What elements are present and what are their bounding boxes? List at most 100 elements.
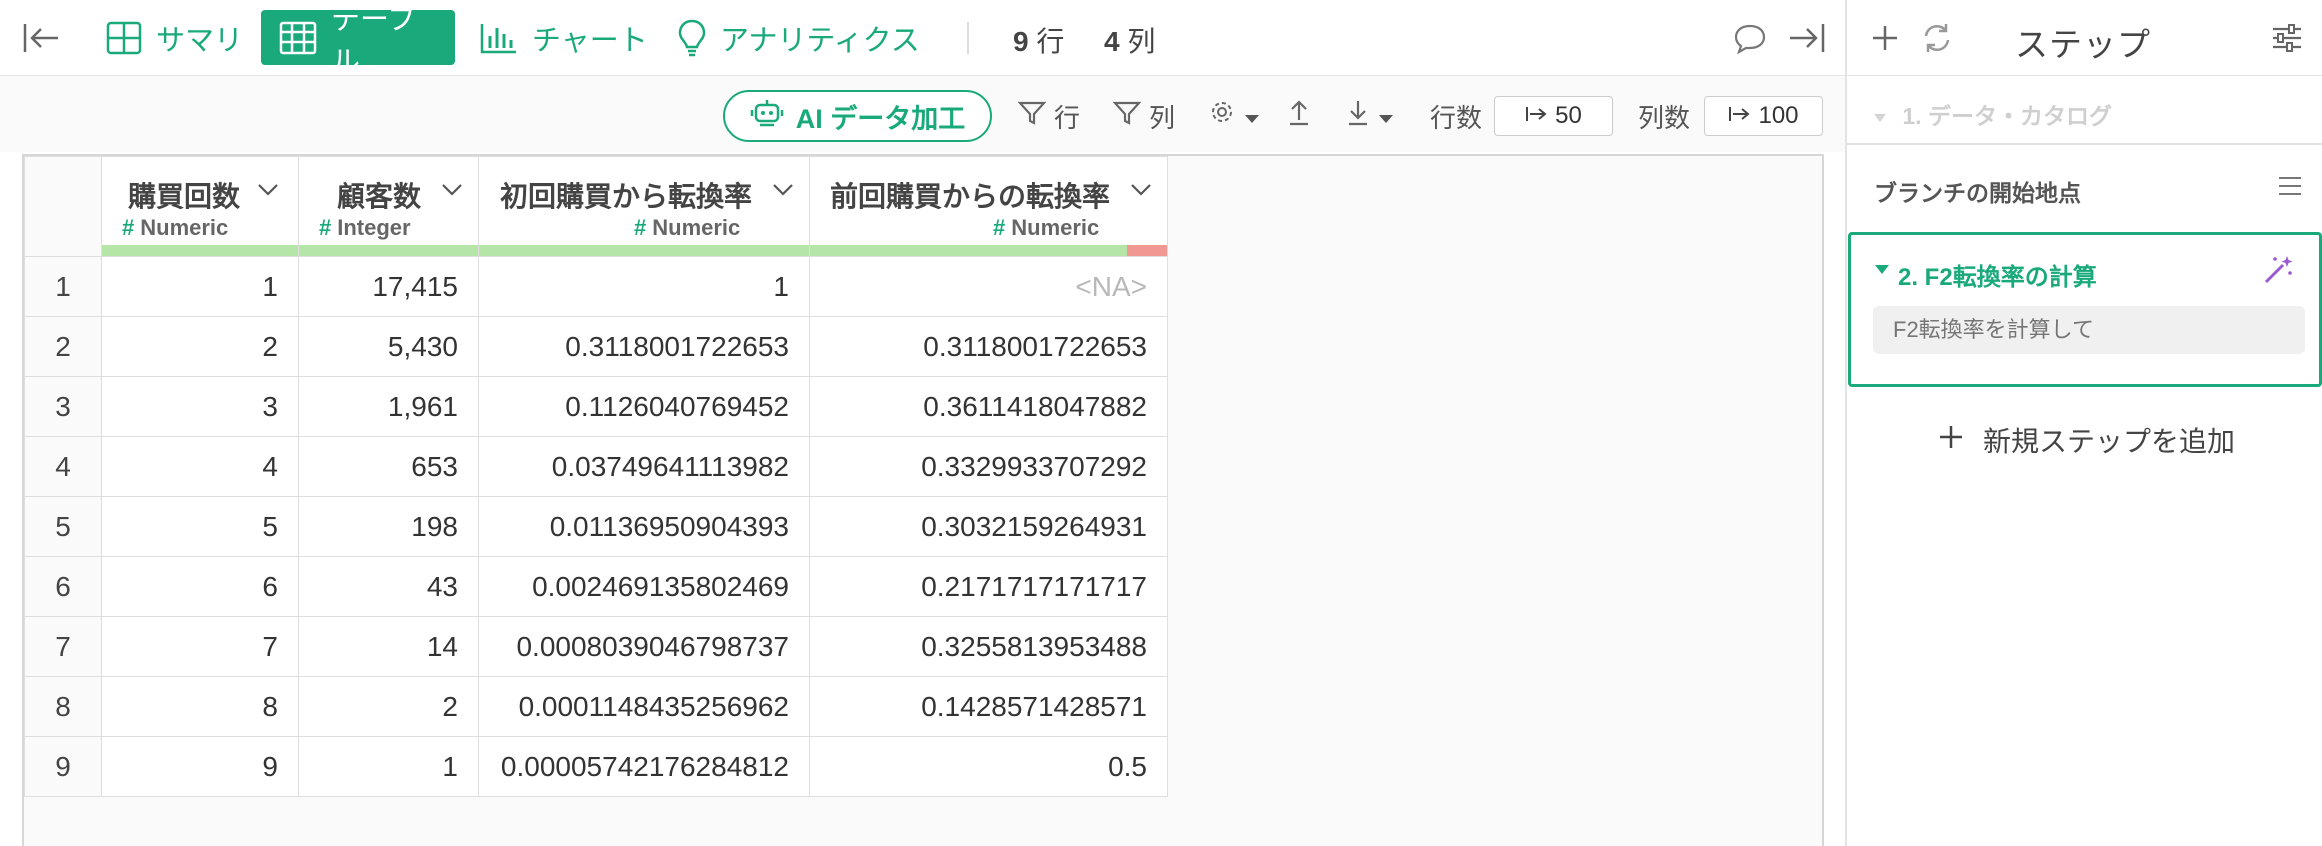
table-cell[interactable]: 0.5 — [809, 736, 1168, 797]
row-filter-button[interactable]: 行 — [1017, 98, 1080, 135]
column-type-label: Numeric — [652, 215, 741, 240]
table-cell[interactable]: 0.3611418047882 — [809, 376, 1168, 437]
rows-limit-input[interactable]: 50 — [1494, 96, 1613, 136]
data-grid: 購買回数 # Numeric 顧客数 # Integer 初回購買から転換率 #… — [22, 154, 1824, 846]
caret-down-icon — [1244, 100, 1260, 131]
collapse-right-icon[interactable] — [1786, 18, 1826, 58]
table-cell[interactable]: 0.00005742176284812 — [478, 736, 810, 797]
table-cell[interactable]: 0.3032159264931 — [809, 496, 1168, 557]
table-cell[interactable]: 653 — [298, 436, 479, 497]
chevron-down-icon[interactable] — [1130, 183, 1152, 197]
table-cell[interactable]: 43 — [298, 556, 479, 617]
filter-icon — [1112, 100, 1142, 133]
chevron-down-icon[interactable] — [772, 183, 794, 197]
table-cell[interactable]: 0.2171717171717 — [809, 556, 1168, 617]
table-cell[interactable]: 2 — [101, 316, 299, 377]
table-cell[interactable]: 5 — [101, 496, 299, 557]
summary-grid-icon — [106, 21, 142, 55]
ai-instruction-input[interactable] — [1873, 306, 2305, 354]
column-header[interactable]: 顧客数 # Integer — [298, 156, 479, 257]
table-cell[interactable]: 4 — [101, 436, 299, 497]
table-cell[interactable]: 0.03749641113982 — [478, 436, 810, 497]
table-cell[interactable]: 0.1126040769452 — [478, 376, 810, 437]
table-cell[interactable]: 1,961 — [298, 376, 479, 437]
upload-icon — [1287, 98, 1311, 133]
sliders-icon[interactable] — [2269, 20, 2305, 56]
tab-summary[interactable]: サマリ — [88, 10, 261, 65]
settings-dropdown[interactable] — [1208, 98, 1260, 133]
caret-down-icon — [1874, 113, 1886, 122]
column-quality-bar — [102, 245, 298, 256]
table-cell[interactable]: 0.3118001722653 — [478, 316, 810, 377]
column-name: 前回購買からの転換率 — [830, 181, 1111, 212]
table-row: 6 6 43 0.002469135802469 0.2171717171717 — [24, 556, 1168, 617]
table-cell[interactable]: 0.3118001722653 — [809, 316, 1168, 377]
magic-wand-icon[interactable] — [2261, 253, 2295, 287]
table-cell[interactable]: 2 — [298, 676, 479, 737]
numeric-type-icon: # — [993, 215, 1006, 240]
caret-down-icon[interactable] — [1875, 265, 1889, 274]
table-cell[interactable]: 0.002469135802469 — [478, 556, 810, 617]
table-cell[interactable]: 17,415 — [298, 256, 479, 317]
row-number: 9 — [24, 736, 102, 797]
step-card-f2-conversion[interactable]: 2. F2転換率の計算 — [1848, 232, 2322, 387]
tab-table[interactable]: テーブル — [261, 4, 455, 78]
column-filter-button[interactable]: 列 — [1112, 98, 1175, 135]
table-cell[interactable]: 6 — [101, 556, 299, 617]
refresh-icon[interactable] — [1919, 20, 1955, 56]
tab-analytics[interactable]: アナリティクス — [660, 10, 938, 65]
chevron-down-icon[interactable] — [257, 183, 279, 197]
collapse-left-icon[interactable] — [22, 20, 62, 56]
bar-chart-icon — [480, 22, 518, 54]
table-row: 7 7 14 0.0008039046798737 0.3255813953488 — [24, 616, 1168, 677]
ai-data-processing-button[interactable]: AI データ加工 — [723, 90, 992, 142]
row-count-value: 9 — [1013, 26, 1029, 57]
cols-limit-value: 100 — [1758, 102, 1799, 129]
comment-icon[interactable] — [1730, 18, 1770, 58]
numeric-type-icon: # — [634, 215, 647, 240]
step-item-data-catalog[interactable]: 1. データ・カタログ — [1874, 97, 2112, 131]
numeric-type-icon: # — [122, 215, 135, 240]
table-cell[interactable]: 1 — [101, 256, 299, 317]
table-cell[interactable]: 0.3329933707292 — [809, 436, 1168, 497]
table-cell[interactable]: 0.3255813953488 — [809, 616, 1168, 677]
download-dropdown[interactable] — [1346, 98, 1394, 133]
table-cell[interactable]: 198 — [298, 496, 479, 557]
column-header[interactable]: 前回購買からの転換率 # Numeric — [809, 156, 1168, 257]
add-step-button[interactable]: 新規ステップを追加 — [1937, 420, 2235, 460]
table-row: 9 9 1 0.00005742176284812 0.5 — [24, 736, 1168, 797]
tab-chart[interactable]: チャート — [462, 10, 666, 65]
table-cell[interactable]: 14 — [298, 616, 479, 677]
table-cell[interactable]: 9 — [101, 736, 299, 797]
table-cell[interactable]: 0.01136950904393 — [478, 496, 810, 557]
table-cell[interactable]: 8 — [101, 676, 299, 737]
table-cell[interactable]: 3 — [101, 376, 299, 437]
view-toolbar: サマリ テーブル チャート アナリティクス 9 行 4 列 — [0, 0, 1845, 78]
menu-icon[interactable] — [2277, 174, 2303, 198]
row-number: 6 — [24, 556, 102, 617]
column-header[interactable]: 初回購買から転換率 # Numeric — [478, 156, 810, 257]
table-cell[interactable]: 0.1428571428571 — [809, 676, 1168, 737]
cols-limit-label: 列数 — [1638, 98, 1690, 135]
cols-limit-input[interactable]: 100 — [1704, 96, 1823, 136]
table-cell[interactable]: 7 — [101, 616, 299, 677]
table-toolbar: AI データ加工 行 列 行数 50 列数 100 — [0, 76, 1845, 152]
table-cell[interactable]: 5,430 — [298, 316, 479, 377]
table-cell[interactable]: 1 — [478, 256, 810, 317]
table-cell[interactable]: 0.0001148435256962 — [478, 676, 810, 737]
upload-button[interactable] — [1287, 98, 1311, 133]
table-icon — [279, 21, 317, 55]
arrow-to-right-icon — [1728, 102, 1751, 130]
plus-icon — [1937, 423, 1965, 458]
branch-start-label: ブランチの開始地点 — [1874, 180, 2081, 206]
column-name: 購買回数 — [128, 181, 241, 212]
column-type-label: Integer — [337, 215, 411, 240]
toolbar-divider — [967, 22, 969, 54]
add-icon[interactable] — [1867, 20, 1903, 56]
column-header[interactable]: 購買回数 # Numeric — [101, 156, 299, 257]
table-cell[interactable]: 0.0008039046798737 — [478, 616, 810, 677]
chevron-down-icon[interactable] — [441, 183, 463, 197]
column-quality-bar — [299, 245, 478, 256]
table-cell[interactable]: 1 — [298, 736, 479, 797]
table-cell[interactable]: <NA> — [809, 256, 1168, 317]
